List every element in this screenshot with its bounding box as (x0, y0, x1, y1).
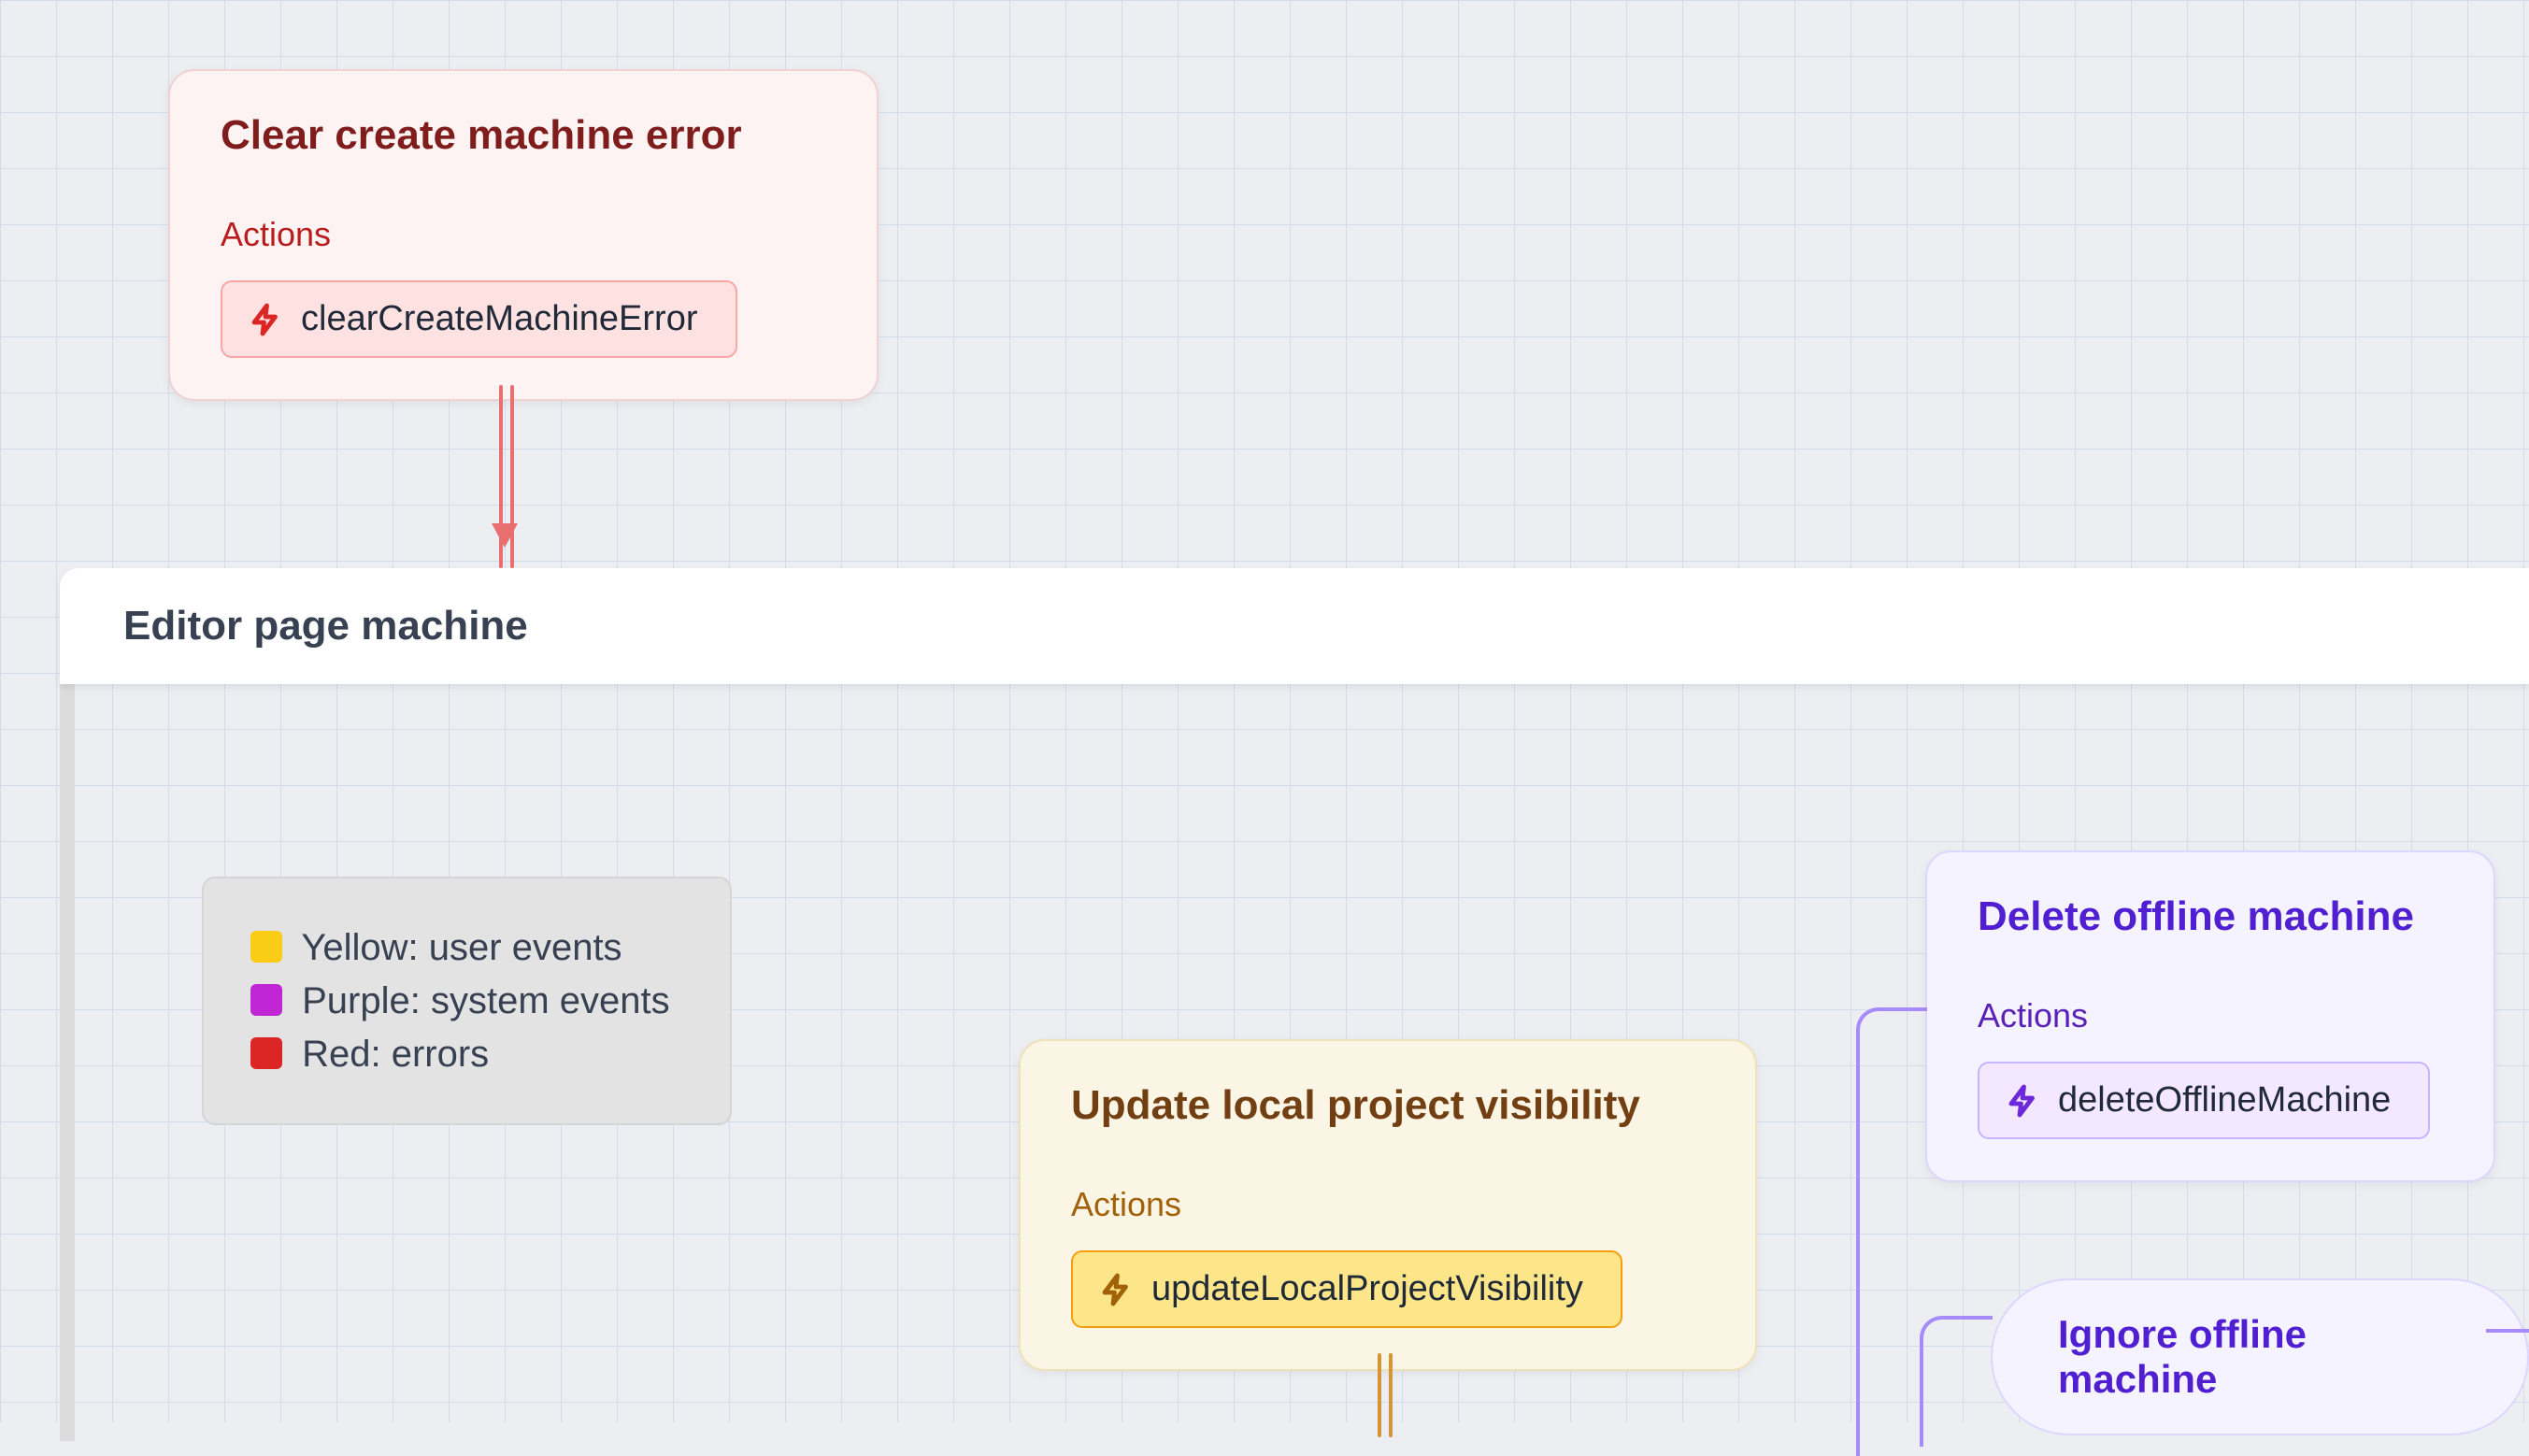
node-clear-create-machine-error[interactable]: Clear create machine error Actions clear… (168, 69, 879, 401)
legend-swatch-purple (250, 984, 282, 1016)
actions-label: Actions (1978, 996, 2443, 1035)
actions-label: Actions (1071, 1185, 1705, 1224)
legend-swatch-red (250, 1037, 282, 1069)
legend-row-yellow: Yellow: user events (250, 921, 670, 975)
actions-label: Actions (221, 215, 826, 254)
legend-box: Yellow: user events Purple: system event… (202, 877, 732, 1125)
connector-purple-stub-right (2486, 1329, 2529, 1333)
connector-purple-hook-upper (1856, 1007, 1927, 1456)
bolt-icon (249, 303, 282, 336)
node-title: Delete offline machine (1978, 893, 2443, 940)
node-ignore-offline-machine[interactable]: Ignore offline machine (1991, 1278, 2529, 1435)
node-update-local-project-visibility[interactable]: Update local project visibility Actions … (1019, 1039, 1757, 1371)
node-title: Update local project visibility (1071, 1082, 1705, 1129)
editor-machine-title: Editor page machine (123, 603, 528, 649)
bolt-icon (2006, 1084, 2039, 1118)
action-chip-delete-offline-machine[interactable]: deleteOfflineMachine (1978, 1062, 2430, 1139)
bolt-icon (1099, 1273, 1133, 1306)
editor-machine-header[interactable]: Editor page machine (60, 568, 2529, 684)
action-name: deleteOfflineMachine (2058, 1080, 2391, 1121)
legend-row-red: Red: errors (250, 1028, 670, 1081)
action-name: clearCreateMachineError (301, 299, 698, 339)
legend-text: Purple: system events (302, 980, 670, 1021)
action-chip-clear-create-machine-error[interactable]: clearCreateMachineError (221, 280, 737, 358)
action-chip-update-local-project-visibility[interactable]: updateLocalProjectVisibility (1071, 1250, 1622, 1328)
legend-row-purple: Purple: system events (250, 975, 670, 1028)
connector-arrowhead (492, 523, 518, 548)
legend-swatch-yellow (250, 931, 282, 963)
node-delete-offline-machine[interactable]: Delete offline machine Actions deleteOff… (1925, 850, 2495, 1182)
node-title: Ignore offline machine (2058, 1312, 2307, 1401)
connector-purple-hook-lower (1920, 1316, 1993, 1447)
action-name: updateLocalProjectVisibility (1151, 1269, 1583, 1309)
legend-text: Red: errors (302, 1034, 489, 1075)
legend-text: Yellow: user events (301, 927, 622, 968)
node-title: Clear create machine error (221, 112, 826, 159)
